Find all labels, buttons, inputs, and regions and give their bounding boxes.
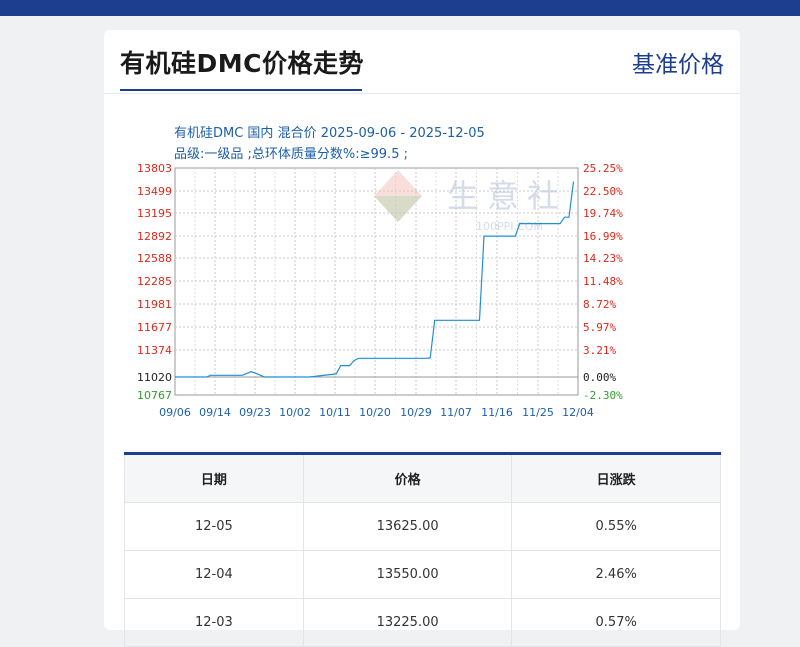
cell-price: 13625.00 (302, 503, 512, 550)
cell-change: 0.55% (511, 503, 721, 550)
cell-change: 2.46% (511, 551, 721, 598)
header-price: 价格 (302, 455, 512, 502)
y-right-tick-label: 3.21% (583, 344, 616, 357)
y-right-tick-label: 22.50% (583, 185, 623, 198)
y-right-tick-label: 19.74% (583, 207, 623, 220)
y-right-tick-label: 0.00% (583, 371, 616, 384)
header-date: 日期 (124, 455, 303, 502)
cell-change: 0.57% (511, 599, 721, 646)
x-tick-label: 09/23 (239, 406, 271, 419)
y-left-tick-label: 11374 (137, 344, 172, 357)
x-tick-label: 09/06 (159, 406, 191, 419)
table-header-row: 日期 价格 日涨跌 (124, 455, 721, 503)
y-right-tick-label: 25.25% (583, 162, 623, 175)
y-left-tick-label: 10767 (137, 389, 172, 402)
y-left-tick-label: 12588 (137, 252, 172, 265)
y-axis-right: 25.25% 22.50% 19.74% 16.99% 14.23% 11.48% 8.72… (583, 162, 623, 402)
y-right-tick-label: 8.72% (583, 298, 616, 311)
y-left-tick-label: 13195 (137, 207, 172, 220)
watermark-text: 生意社 (447, 177, 567, 215)
x-axis: 09/06 09/14 09/23 10/02 10/11 10/20 10/29 11/07… (159, 406, 594, 419)
y-left-tick-label: 13803 (137, 162, 172, 175)
y-right-tick-label: 16.99% (583, 230, 623, 243)
y-right-tick-label: -2.30% (583, 389, 623, 402)
y-axis-left: 13803 13499 13195 12892 12588 12285 11981 11677… (137, 162, 172, 402)
x-tick-label: 11/25 (522, 406, 554, 419)
x-tick-label: 10/20 (359, 406, 391, 419)
y-right-tick-label: 14.23% (583, 252, 623, 265)
x-tick-label: 10/29 (400, 406, 432, 419)
table-row: 12-04 13550.00 2.46% (124, 551, 721, 599)
x-tick-label: 10/11 (319, 406, 351, 419)
x-tick-label: 11/16 (481, 406, 513, 419)
y-left-tick-label: 11020 (137, 371, 172, 384)
y-left-tick-label: 13499 (137, 185, 172, 198)
y-left-tick-label: 11677 (137, 321, 172, 334)
chart-subtitle: 品级:一级品 ;总环体质量分数%:≥99.5 ; (174, 147, 408, 162)
cell-date: 12-05 (124, 503, 303, 550)
cell-date: 12-04 (124, 551, 303, 598)
y-left-tick-label: 12285 (137, 275, 172, 288)
y-left-tick-label: 12892 (137, 230, 172, 243)
y-right-tick-label: 5.97% (583, 321, 616, 334)
x-tick-label: 09/14 (199, 406, 231, 419)
y-left-tick-label: 11981 (137, 298, 172, 311)
cell-price: 13550.00 (302, 551, 512, 598)
y-right-tick-label: 11.48% (583, 275, 623, 288)
chart-title: 有机硅DMC 国内 混合价 2025-09-06 - 2025-12-05 (174, 125, 485, 141)
table-row: 12-03 13225.00 0.57% (124, 599, 721, 647)
x-tick-label: 12/04 (562, 406, 594, 419)
watermark-subtext: 100PPI.COM (476, 220, 543, 233)
table-row: 12-05 13625.00 0.55% (124, 503, 721, 551)
x-tick-label: 10/02 (279, 406, 311, 419)
x-tick-label: 11/07 (440, 406, 472, 419)
header-change: 日涨跌 (511, 455, 721, 502)
cell-date: 12-03 (124, 599, 303, 646)
price-table: 日期 价格 日涨跌 12-05 13625.00 0.55% 12-04 135… (124, 452, 721, 647)
cell-price: 13225.00 (302, 599, 512, 646)
